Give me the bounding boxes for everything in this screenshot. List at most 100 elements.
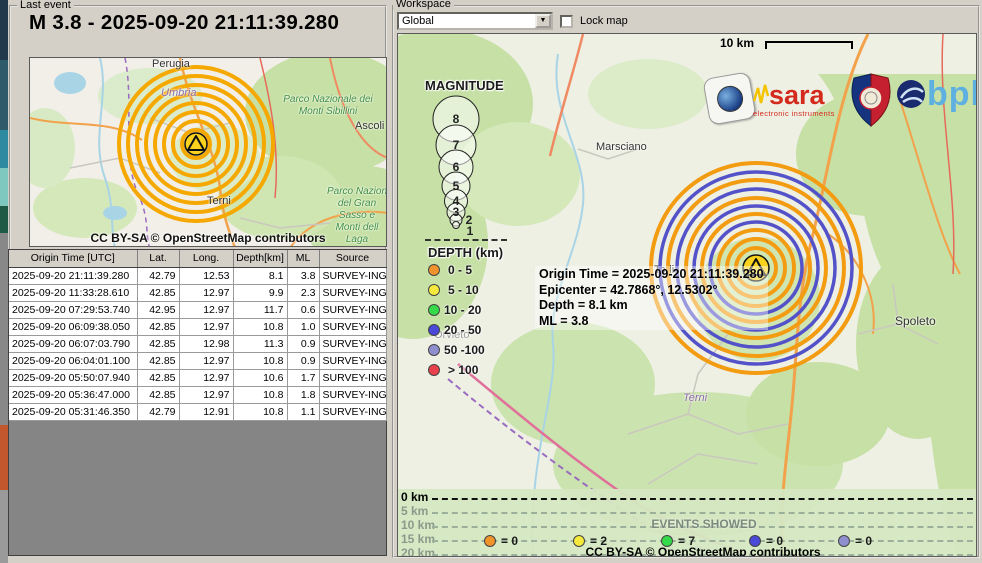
- depth-tick: 10 km: [401, 518, 435, 532]
- header-lat[interactable]: Lat.: [137, 250, 179, 267]
- globe-icon: [715, 84, 745, 114]
- cell-depth[interactable]: 11.3: [233, 335, 287, 352]
- cell-lat[interactable]: 42.85: [137, 369, 179, 386]
- background-window-strip: [0, 233, 8, 425]
- cell-origin-time[interactable]: 2025-09-20 05:31:46.350: [9, 403, 137, 420]
- cell-long[interactable]: 12.97: [179, 369, 233, 386]
- cell-ml[interactable]: 0.9: [287, 352, 319, 369]
- table-row[interactable]: 2025-09-20 05:31:46.350 42.79 12.91 10.8…: [9, 403, 386, 420]
- header-origin-time[interactable]: Origin Time [UTC]: [9, 250, 137, 267]
- table-header-row: Origin Time [UTC] Lat. Long. Depth[km] M…: [9, 250, 386, 267]
- city-label-perugia: Perugia: [152, 58, 190, 70]
- last-event-map[interactable]: Perugia Umbria Parco Nazionale dei Monti…: [29, 57, 387, 247]
- cell-origin-time[interactable]: 2025-09-20 06:04:01.100: [9, 352, 137, 369]
- region-label-terni: Terni: [683, 392, 707, 404]
- depth-tick: 0 km: [401, 490, 428, 504]
- cell-long[interactable]: 12.98: [179, 335, 233, 352]
- cell-long[interactable]: 12.97: [179, 352, 233, 369]
- background-window-strip: [0, 425, 8, 490]
- cell-lat[interactable]: 42.79: [137, 267, 179, 284]
- depth-legend-label: 5 - 10: [448, 283, 479, 297]
- cell-ml[interactable]: 1.0: [287, 318, 319, 335]
- cell-ml[interactable]: 1.7: [287, 369, 319, 386]
- cell-lat[interactable]: 42.85: [137, 284, 179, 301]
- table-row[interactable]: 2025-09-20 07:29:53.740 42.95 12.97 11.7…: [9, 301, 386, 318]
- cell-depth[interactable]: 9.9: [233, 284, 287, 301]
- event-count-label: = 0: [501, 534, 518, 548]
- cell-origin-time[interactable]: 2025-09-20 05:50:07.940: [9, 369, 137, 386]
- cell-long[interactable]: 12.97: [179, 386, 233, 403]
- table-row[interactable]: 2025-09-20 05:36:47.000 42.85 12.97 10.8…: [9, 386, 386, 403]
- cell-lat[interactable]: 42.85: [137, 335, 179, 352]
- cell-depth[interactable]: 10.6: [233, 369, 287, 386]
- last-event-title: M 3.8 - 2025-09-20 21:11:39.280: [29, 11, 339, 35]
- cell-ml[interactable]: 3.8: [287, 267, 319, 284]
- cell-source[interactable]: SURVEY-ING: [319, 301, 386, 318]
- table-row[interactable]: 2025-09-20 06:04:01.100 42.85 12.97 10.8…: [9, 352, 386, 369]
- lock-map-checkbox[interactable]: [560, 15, 573, 28]
- cell-long[interactable]: 12.53: [179, 267, 233, 284]
- lock-map-label: Lock map: [580, 15, 628, 27]
- events-table-container[interactable]: Origin Time [UTC] Lat. Long. Depth[km] M…: [8, 249, 387, 556]
- table-row[interactable]: 2025-09-20 06:09:38.050 42.85 12.97 10.8…: [9, 318, 386, 335]
- background-window-strip: [0, 0, 8, 60]
- cell-lat[interactable]: 42.85: [137, 386, 179, 403]
- cell-long[interactable]: 12.97: [179, 284, 233, 301]
- workspace-map[interactable]: 10 km sara electronic instruments bph Or…: [397, 33, 977, 557]
- table-row[interactable]: 2025-09-20 21:11:39.280 42.79 12.53 8.1 …: [9, 267, 386, 284]
- bph-logo: bph: [895, 78, 977, 110]
- cell-depth[interactable]: 11.7: [233, 301, 287, 318]
- cell-source[interactable]: SURVEY-ING: [319, 318, 386, 335]
- cell-long[interactable]: 12.97: [179, 318, 233, 335]
- cell-ml[interactable]: 1.8: [287, 386, 319, 403]
- event-info-box: Origin Time = 2025-09-20 21:11:39.280 Ep…: [535, 266, 768, 330]
- header-ml[interactable]: ML: [287, 250, 319, 267]
- table-row[interactable]: 2025-09-20 11:33:28.610 42.85 12.97 9.9 …: [9, 284, 386, 301]
- cell-long[interactable]: 12.91: [179, 403, 233, 420]
- table-row[interactable]: 2025-09-20 06:07:03.790 42.85 12.98 11.3…: [9, 335, 386, 352]
- cell-source[interactable]: SURVEY-ING: [319, 369, 386, 386]
- header-source[interactable]: Source: [319, 250, 386, 267]
- header-depth[interactable]: Depth[km]: [233, 250, 287, 267]
- depth-tick: 20 km: [401, 546, 435, 557]
- table-row[interactable]: 2025-09-20 05:50:07.940 42.85 12.97 10.6…: [9, 369, 386, 386]
- shield-crest-logo: [848, 72, 894, 128]
- cell-source[interactable]: SURVEY-ING: [319, 267, 386, 284]
- dropdown-arrow-button[interactable]: ▼: [535, 14, 551, 28]
- cell-depth[interactable]: 10.8: [233, 403, 287, 420]
- cell-lat[interactable]: 42.79: [137, 403, 179, 420]
- cell-depth[interactable]: 10.8: [233, 318, 287, 335]
- workspace-select[interactable]: Global ▼: [397, 12, 553, 30]
- cell-origin-time[interactable]: 2025-09-20 06:07:03.790: [9, 335, 137, 352]
- cell-lat[interactable]: 42.85: [137, 318, 179, 335]
- city-label-marsciano: Marsciano: [596, 141, 647, 153]
- seismic-network-logo: [702, 71, 756, 125]
- cell-ml[interactable]: 1.1: [287, 403, 319, 420]
- cell-ml[interactable]: 2.3: [287, 284, 319, 301]
- cell-source[interactable]: SURVEY-ING: [319, 386, 386, 403]
- park-label-sibillini: Parco Nazionale dei Monti Sibillini: [278, 94, 378, 118]
- cell-depth[interactable]: 10.8: [233, 352, 287, 369]
- cell-source[interactable]: SURVEY-ING: [319, 284, 386, 301]
- cell-lat[interactable]: 42.85: [137, 352, 179, 369]
- legend-separator: [425, 239, 507, 241]
- header-long[interactable]: Long.: [179, 250, 233, 267]
- scale-label: 10 km: [720, 36, 754, 50]
- cell-lat[interactable]: 42.95: [137, 301, 179, 318]
- event-count-dot: [484, 535, 496, 547]
- cell-origin-time[interactable]: 2025-09-20 21:11:39.280: [9, 267, 137, 284]
- cell-source[interactable]: SURVEY-ING: [319, 352, 386, 369]
- cell-origin-time[interactable]: 2025-09-20 05:36:47.000: [9, 386, 137, 403]
- cell-depth[interactable]: 8.1: [233, 267, 287, 284]
- event-info-ml: ML = 3.8: [539, 314, 764, 330]
- cell-source[interactable]: SURVEY-ING: [319, 335, 386, 352]
- cell-long[interactable]: 12.97: [179, 301, 233, 318]
- cell-origin-time[interactable]: 2025-09-20 06:09:38.050: [9, 318, 137, 335]
- background-window-strip: [0, 168, 8, 206]
- cell-ml[interactable]: 0.6: [287, 301, 319, 318]
- cell-ml[interactable]: 0.9: [287, 335, 319, 352]
- cell-source[interactable]: SURVEY-ING: [319, 403, 386, 420]
- cell-depth[interactable]: 10.8: [233, 386, 287, 403]
- cell-origin-time[interactable]: 2025-09-20 11:33:28.610: [9, 284, 137, 301]
- cell-origin-time[interactable]: 2025-09-20 07:29:53.740: [9, 301, 137, 318]
